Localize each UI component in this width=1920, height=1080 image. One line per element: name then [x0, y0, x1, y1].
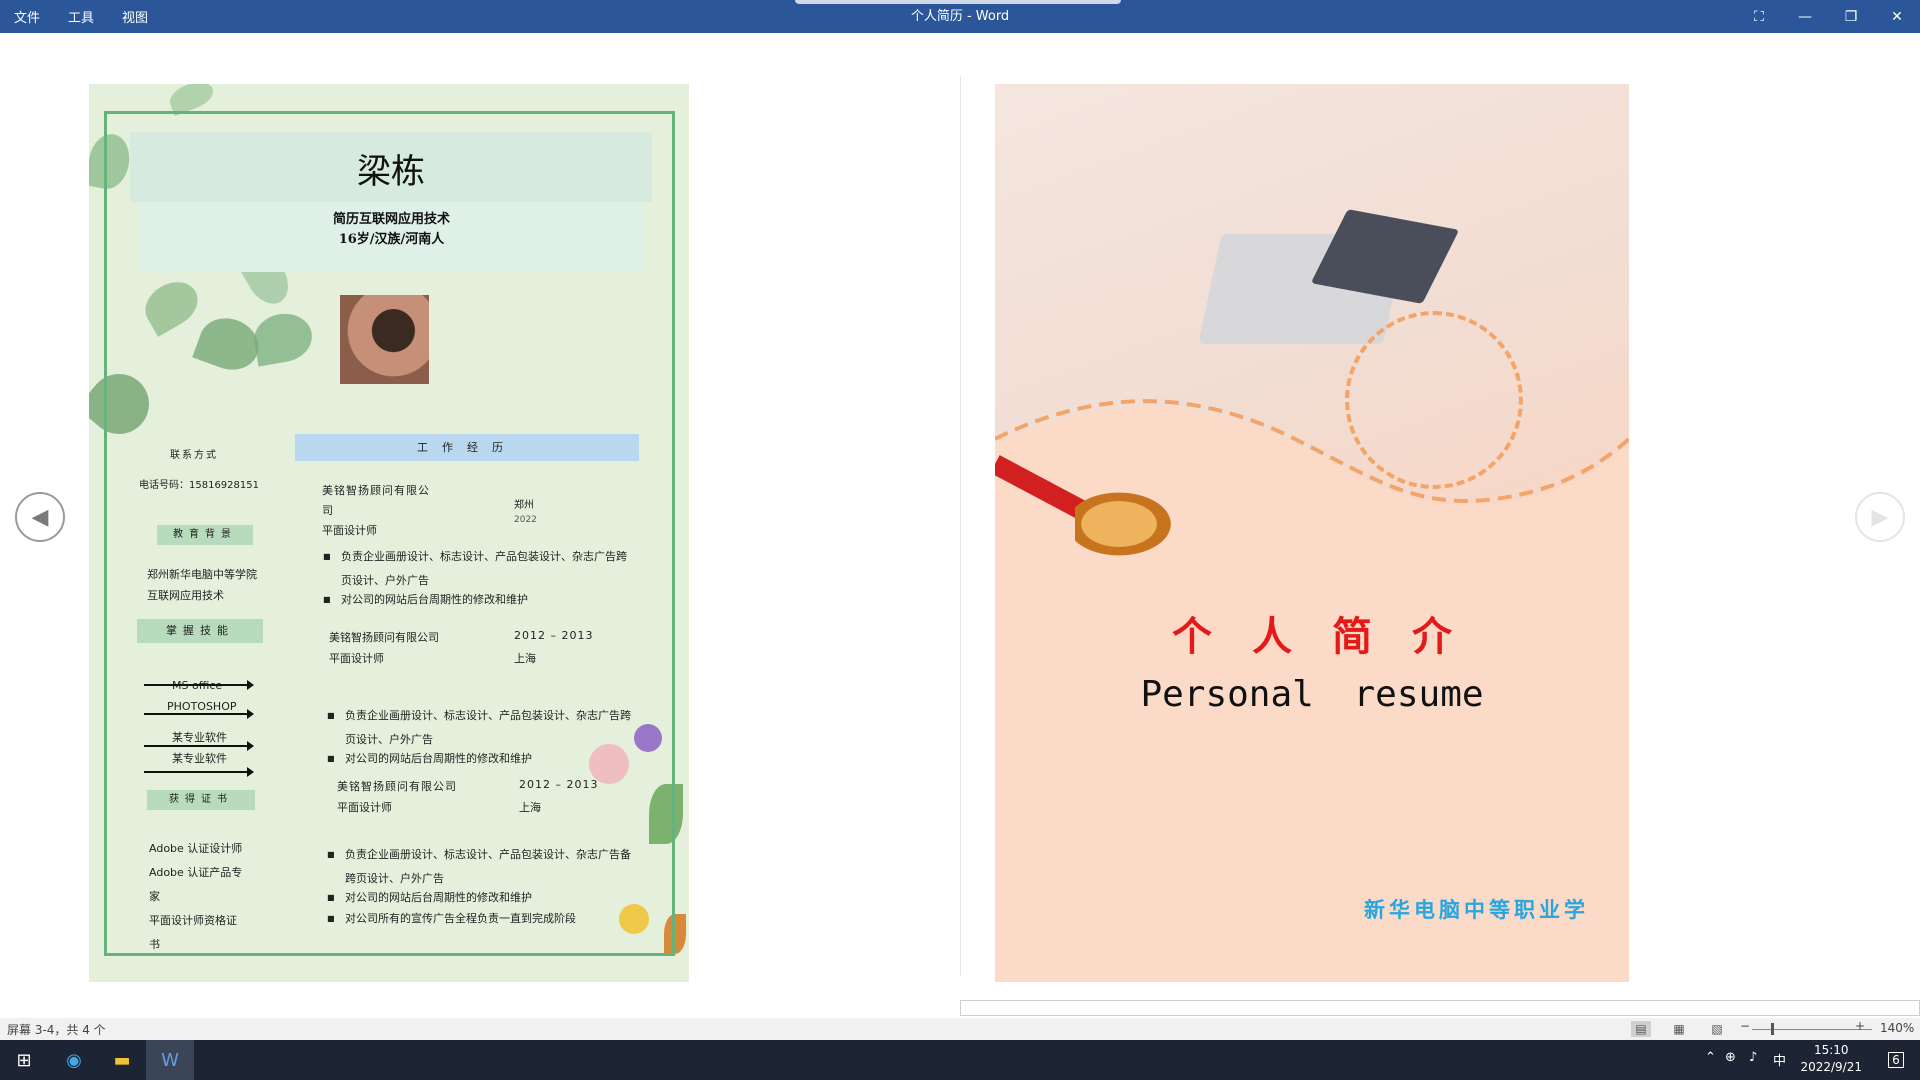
job-company: 美铭智扬顾问有限公司: [337, 780, 457, 793]
restore-button[interactable]: ❐: [1828, 0, 1874, 33]
skill-arrow: [144, 680, 254, 690]
volume-icon[interactable]: ♪: [1749, 1050, 1757, 1065]
zoom-level[interactable]: 140%: [1880, 1021, 1914, 1035]
notification-icon[interactable]: 6: [1872, 1040, 1920, 1080]
network-icon[interactable]: ⊕: [1725, 1050, 1736, 1065]
cert-item: Adobe 认证产品专: [149, 866, 243, 879]
web-layout-icon[interactable]: ▧: [1707, 1021, 1727, 1037]
job-bullet: 负责企业画册设计、标志设计、产品包装设计、杂志广告跨: [323, 546, 627, 567]
resume-name: 梁栋: [357, 152, 425, 192]
job-role: 平面设计师: [329, 652, 384, 665]
title-bar: 文件 工具 视图 个人简历 - Word ⛶ — ❐ ✕: [0, 0, 1920, 33]
cert-item: 书: [149, 938, 160, 951]
minimize-button[interactable]: —: [1782, 0, 1828, 33]
contact-title: 联系方式: [170, 450, 218, 461]
job-year: 2012 – 2013: [519, 778, 599, 791]
pencil-shaving-image: [1075, 484, 1185, 564]
education-school: 郑州新华电脑中等学院: [147, 568, 257, 581]
ime-indicator[interactable]: 中: [1773, 1050, 1786, 1069]
skill-arrow: [144, 767, 254, 777]
job-company-cont: 司: [322, 504, 333, 517]
dashed-circle-decoration: [1345, 311, 1523, 489]
info-line-2: 16岁/汉族/河南人: [338, 232, 445, 247]
job-bullet: 对公司的网站后台周期性的修改和维护: [327, 887, 532, 908]
chevron-right-icon: ▶: [1871, 504, 1889, 530]
job-year: 2012 – 2013: [514, 629, 594, 642]
job-bullet: 对公司的网站后台周期性的修改和维护: [327, 748, 532, 769]
skill-item: PHOTOSHOP: [167, 700, 237, 713]
job-bullet: 对公司的网站后台周期性的修改和维护: [323, 589, 528, 610]
info-line-1: 简历互联网应用技术: [332, 212, 450, 227]
clock-date: 2022/9/21: [1800, 1060, 1862, 1074]
education-major: 互联网应用技术: [147, 589, 224, 602]
taskbar: ⊞ ◉ ▬ W ⌃ ⊕ ♪ 中 15:10 2022/9/21 6: [0, 1040, 1920, 1080]
zoom-slider-track[interactable]: [1752, 1029, 1872, 1030]
skills-title: 掌握技能: [137, 619, 263, 643]
clock-time: 15:10: [1813, 1043, 1849, 1057]
job-role: 平面设计师: [337, 801, 392, 814]
job-bullet: 负责企业画册设计、标志设计、产品包装设计、杂志广告跨: [327, 705, 631, 726]
cert-item: 家: [149, 890, 160, 903]
job-bullet-cont: 跨页设计、户外广告: [345, 872, 444, 885]
job-company: 美铭智扬顾问有限公司: [329, 631, 439, 644]
print-layout-icon[interactable]: ▦: [1669, 1021, 1689, 1037]
zoom-in-button[interactable]: +: [1855, 1019, 1865, 1033]
job-city: 上海: [519, 801, 541, 814]
job-bullet: 负责企业画册设计、标志设计、产品包装设计、杂志广告备: [327, 844, 631, 865]
taskbar-clock[interactable]: 15:10 2022/9/21: [1800, 1042, 1862, 1076]
zoom-slider-thumb[interactable]: [1771, 1023, 1774, 1035]
focus-mode-icon[interactable]: ⛶: [1736, 0, 1782, 33]
cert-title: 获得证书: [147, 790, 255, 810]
window-title: 个人简历 - Word: [910, 9, 1010, 24]
cert-item: 平面设计师资格证: [149, 914, 237, 927]
edge-browser-icon[interactable]: ◉: [50, 1040, 98, 1080]
chevron-left-icon: ◀: [31, 504, 49, 530]
skill-arrow: [144, 741, 254, 751]
file-explorer-icon[interactable]: ▬: [98, 1040, 146, 1080]
profile-photo: [340, 295, 429, 384]
window-controls: ⛶ — ❐ ✕: [1736, 0, 1920, 33]
job-year: 2022: [514, 515, 537, 525]
phone-number: 电话号码：15816928151: [139, 480, 259, 491]
skill-arrow: [144, 709, 254, 719]
skill-item: 某专业软件: [172, 731, 227, 744]
read-mode-icon[interactable]: ▤: [1631, 1021, 1651, 1037]
job-bullet-cont: 页设计、户外广告: [341, 574, 429, 587]
horizontal-scrollbar[interactable]: [960, 1000, 1920, 1016]
page-info: 屏幕 3-4，共 4 个: [7, 1023, 106, 1037]
page-separator: [960, 76, 961, 976]
job-bullet: 对公司所有的宣传广告全程负责一直到完成阶段: [327, 908, 576, 929]
previous-page-button[interactable]: ◀: [15, 492, 65, 542]
tray-chevron-up-icon[interactable]: ⌃: [1705, 1050, 1716, 1065]
school-name: 新华电脑中等职业学: [1364, 897, 1589, 922]
job-company: 美铭智扬顾问有限公: [322, 484, 430, 497]
zoom-out-button[interactable]: −: [1740, 1019, 1750, 1033]
resume-page: 梁栋 简历互联网应用技术 16岁/汉族/河南人 联系方式 电话号码：158169…: [89, 84, 689, 982]
work-title: 工作经历: [295, 434, 639, 461]
next-page-button[interactable]: ▶: [1855, 492, 1905, 542]
job-bullet-cont: 页设计、户外广告: [345, 733, 433, 746]
job-city: 上海: [514, 652, 536, 665]
cover-title: 个人简介: [1172, 613, 1492, 660]
job-role: 平面设计师: [322, 524, 377, 537]
start-windows-icon[interactable]: ⊞: [0, 1040, 48, 1080]
cover-subtitle: Personal resume: [1140, 674, 1484, 715]
education-title: 教育背景: [157, 525, 253, 545]
job-city: 郑州: [514, 500, 534, 511]
close-button[interactable]: ✕: [1874, 0, 1920, 33]
cover-page: 个人简介 Personal resume 新华电脑中等职业学: [995, 84, 1629, 982]
notification-count: 6: [1888, 1052, 1904, 1068]
skill-item: 某专业软件: [172, 752, 227, 765]
status-bar: 屏幕 3-4，共 4 个 ▤ ▦ ▧ − + 140%: [0, 1018, 1920, 1040]
cert-item: Adobe 认证设计师: [149, 842, 243, 855]
word-app-icon[interactable]: W: [146, 1040, 194, 1080]
